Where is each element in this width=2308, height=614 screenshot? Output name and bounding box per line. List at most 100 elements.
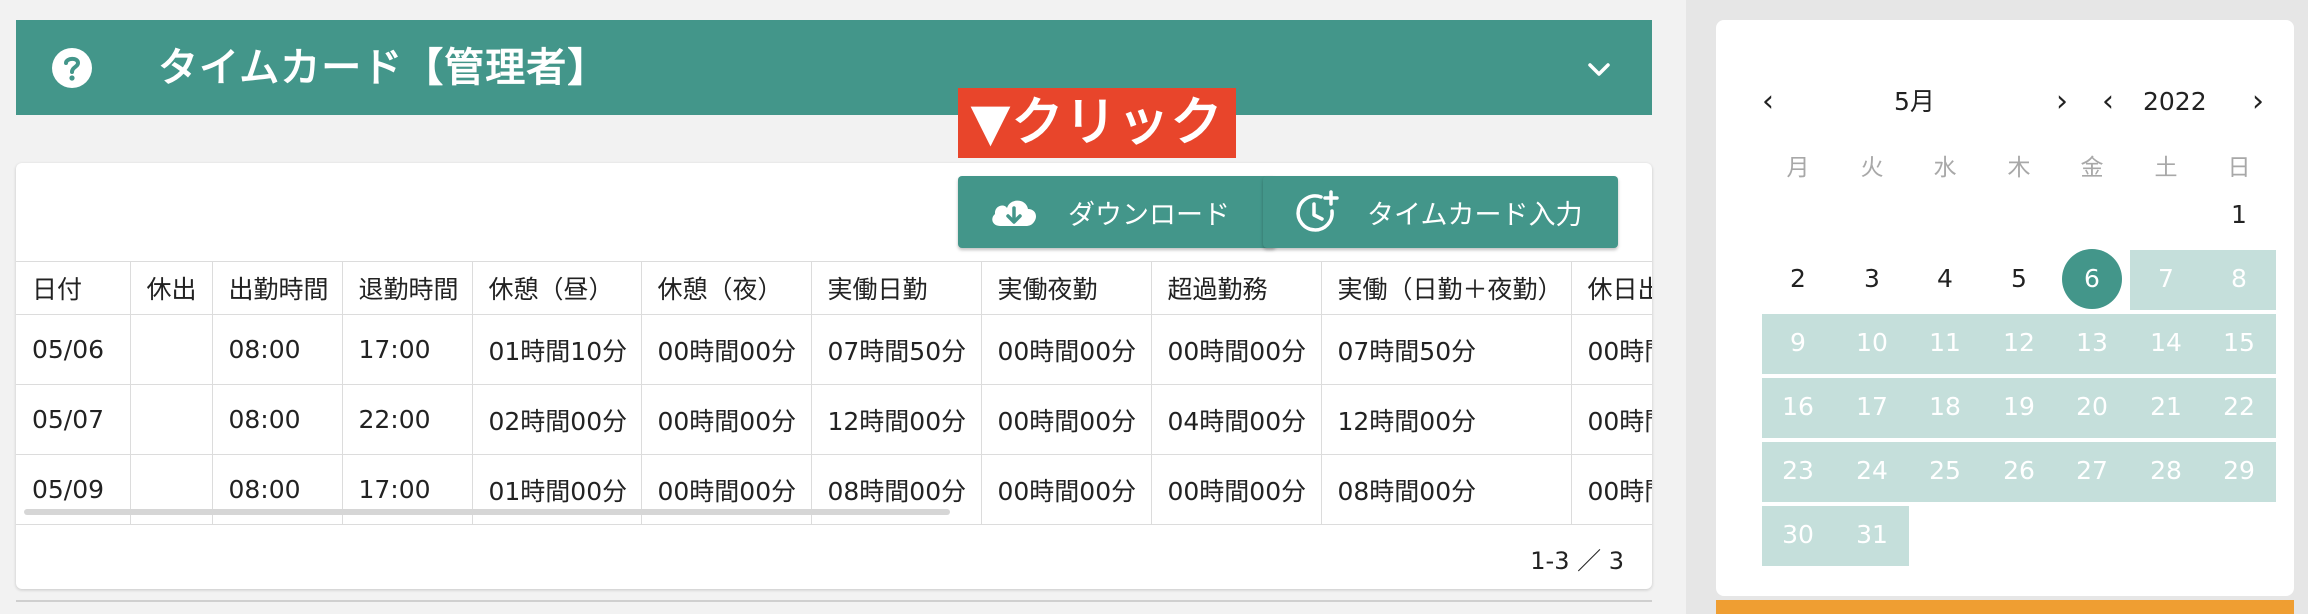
calendar-day[interactable]: 21 xyxy=(2130,378,2202,436)
calendar-day[interactable]: 31 xyxy=(1836,506,1908,564)
column-header-break-day[interactable]: 休憩（昼） xyxy=(472,262,642,315)
calendar-widget: ‹ 5月 › ‹ 2022 › 月火水木金土日 1 2 3 4 5 6 7 8 9 10 11 12 1… xyxy=(1716,20,2294,596)
timecard-panel: ダウンロード タイムカード入力 日付 休出 出勤時間 退勤時間 休憩（昼） 休憩… xyxy=(16,163,1652,589)
calendar-day[interactable]: 20 xyxy=(2056,378,2128,436)
calendar-day[interactable]: 9 xyxy=(1762,314,1834,372)
column-header-holiday-work[interactable]: 休出 xyxy=(130,262,213,315)
table-cell: 12時間00分 xyxy=(811,384,982,455)
column-header-break-night[interactable]: 休憩（夜） xyxy=(641,262,812,315)
calendar-day[interactable]: 28 xyxy=(2130,442,2202,500)
calendar-day[interactable]: 10 xyxy=(1836,314,1908,372)
column-header-holiday-shift[interactable]: 休日出 xyxy=(1571,262,1652,315)
calendar-day[interactable]: 12 xyxy=(1983,314,2055,372)
calendar-day[interactable]: 29 xyxy=(2203,442,2275,500)
table-cell: 08時間00分 xyxy=(1321,454,1572,524)
calendar-day[interactable]: 15 xyxy=(2203,314,2275,372)
column-header-actual-total[interactable]: 実働（日勤＋夜勤） xyxy=(1321,262,1572,315)
table-cell: 07時間50分 xyxy=(811,314,982,385)
table-cell: 04時間00分 xyxy=(1151,384,1322,455)
calendar-day[interactable]: 27 xyxy=(2056,442,2128,500)
calendar-day[interactable]: 26 xyxy=(1983,442,2055,500)
column-header-date[interactable]: 日付 xyxy=(16,262,131,315)
table-cell: 08:00 xyxy=(212,384,343,455)
weekday-label: 火 xyxy=(1860,155,1884,181)
download-button[interactable]: ダウンロード xyxy=(958,176,1276,248)
pagination-info: 1-3 ／ 3 xyxy=(1530,547,1624,575)
weekday-label: 月 xyxy=(1786,155,1810,181)
calendar-day[interactable]: 17 xyxy=(1836,378,1908,436)
table-cell: 00時間00分 xyxy=(981,314,1152,385)
divider xyxy=(16,600,1652,602)
clock-add-icon xyxy=(1296,190,1339,232)
calendar-day[interactable]: 24 xyxy=(1836,442,1908,500)
next-month-icon[interactable]: › xyxy=(2056,82,2068,122)
page-header: タイムカード【管理者】 xyxy=(16,20,1652,115)
calendar-day[interactable]: 14 xyxy=(2130,314,2202,372)
calendar-day[interactable]: 16 xyxy=(1762,378,1834,436)
timecard-input-button[interactable]: タイムカード入力 xyxy=(1263,176,1618,248)
weekday-label: 土 xyxy=(2154,155,2178,181)
calendar-day[interactable]: 23 xyxy=(1762,442,1834,500)
table-cell: 00時間00分 xyxy=(981,454,1152,524)
column-header-actual-day[interactable]: 実働日勤 xyxy=(811,262,982,315)
calendar-day[interactable]: 18 xyxy=(1909,378,1981,436)
weekday-label: 水 xyxy=(1933,155,1957,181)
column-header-clock-in[interactable]: 出勤時間 xyxy=(212,262,343,315)
table-row[interactable]: 05/07 08:00 22:00 02時間00分 00時間00分 12時間00… xyxy=(16,384,1652,455)
table-cell: 05/06 xyxy=(16,314,131,385)
timecard-table: 日付 休出 出勤時間 退勤時間 休憩（昼） 休憩（夜） 実働日勤 実働夜勤 超過… xyxy=(16,261,1652,525)
calendar-day[interactable]: 13 xyxy=(2056,314,2128,372)
calendar-day[interactable]: 25 xyxy=(1909,442,1981,500)
timecard-input-button-label: タイムカード入力 xyxy=(1367,199,1583,231)
chevron-down-icon[interactable] xyxy=(1584,54,1614,84)
table-cell: 22:00 xyxy=(342,384,473,455)
calendar-day[interactable]: 5 xyxy=(1983,250,2055,308)
table-cell: 00時間 xyxy=(1571,454,1652,524)
prev-month-icon[interactable]: ‹ xyxy=(1762,82,1774,122)
column-header-actual-night[interactable]: 実働夜勤 xyxy=(981,262,1152,315)
click-annotation: ▼クリック xyxy=(958,88,1236,158)
table-cell: 12時間00分 xyxy=(1321,384,1572,455)
cloud-download-icon xyxy=(992,200,1036,226)
calendar-day[interactable]: 8 xyxy=(2203,250,2275,308)
table-cell: 00時間00分 xyxy=(641,384,812,455)
calendar-day[interactable]: 3 xyxy=(1836,250,1908,308)
calendar-nav: ‹ 5月 › ‹ 2022 › xyxy=(1716,82,2294,122)
table-cell: 07時間50分 xyxy=(1321,314,1572,385)
table-row[interactable]: 05/06 08:00 17:00 01時間10分 00時間00分 07時間50… xyxy=(16,314,1652,385)
calendar-day[interactable]: 30 xyxy=(1762,506,1834,564)
table-cell xyxy=(130,384,213,455)
table-header-row: 日付 休出 出勤時間 退勤時間 休憩（昼） 休憩（夜） 実働日勤 実働夜勤 超過… xyxy=(16,262,1652,315)
table-cell: 00時間00分 xyxy=(641,314,812,385)
calendar-day[interactable]: 7 xyxy=(2130,250,2202,308)
table-cell xyxy=(130,314,213,385)
calendar-day[interactable]: 11 xyxy=(1909,314,1981,372)
table-cell: 01時間10分 xyxy=(472,314,642,385)
calendar-day[interactable]: 22 xyxy=(2203,378,2275,436)
weekday-label: 木 xyxy=(2007,155,2031,181)
table-cell: 00時間00分 xyxy=(981,384,1152,455)
table-cell: 00時間00分 xyxy=(1151,314,1322,385)
calendar-day[interactable]: 4 xyxy=(1909,250,1981,308)
next-year-icon[interactable]: › xyxy=(2252,82,2264,122)
calendar-day[interactable]: 19 xyxy=(1983,378,2055,436)
table-cell: 02時間00分 xyxy=(472,384,642,455)
table-cell: 17:00 xyxy=(342,314,473,385)
calendar-day[interactable]: 1 xyxy=(2203,186,2275,244)
table-cell: 08:00 xyxy=(212,314,343,385)
calendar-day[interactable]: 6 xyxy=(2056,250,2128,308)
column-header-clock-out[interactable]: 退勤時間 xyxy=(342,262,473,315)
calendar-day[interactable]: 2 xyxy=(1762,250,1834,308)
column-header-overtime[interactable]: 超過勤務 xyxy=(1151,262,1322,315)
weekday-label: 金 xyxy=(2080,155,2104,181)
year-label[interactable]: 2022 xyxy=(2143,82,2207,122)
help-icon[interactable] xyxy=(50,46,94,90)
table-cell: 00時間00分 xyxy=(1151,454,1322,524)
month-label[interactable]: 5月 xyxy=(1894,82,1935,122)
table-cell: 00時間 xyxy=(1571,384,1652,455)
table-horizontal-scrollbar[interactable] xyxy=(24,509,950,515)
prev-year-icon[interactable]: ‹ xyxy=(2102,82,2114,122)
table-cell: 05/07 xyxy=(16,384,131,455)
page-title: タイムカード【管理者】 xyxy=(158,45,609,91)
download-button-label: ダウンロード xyxy=(1068,199,1230,231)
